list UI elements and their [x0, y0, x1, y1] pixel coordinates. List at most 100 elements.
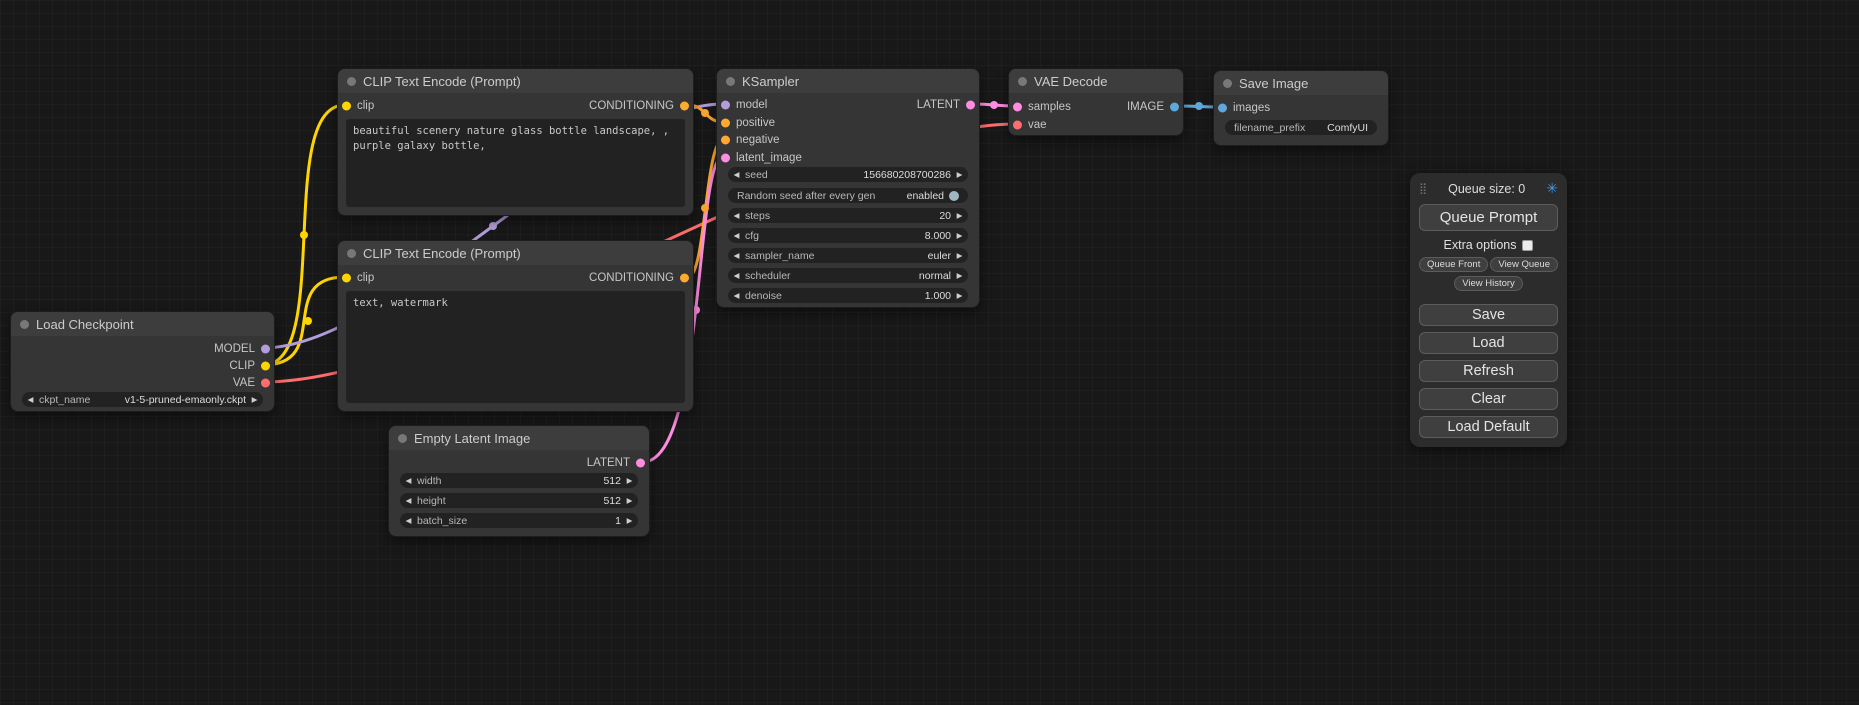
slot-label: CLIP — [229, 360, 255, 372]
increment-arrow-icon[interactable]: ▶ — [951, 228, 968, 243]
vae-output-dot[interactable] — [261, 379, 270, 388]
node-save-image[interactable]: Save Image images filename_prefix ComfyU… — [1213, 70, 1389, 146]
node-empty-latent-image[interactable]: Empty Latent Image LATENT ◀ width 512 ▶ … — [388, 425, 650, 537]
widget-label: seed — [745, 169, 768, 181]
increment-arrow-icon[interactable]: ▶ — [951, 208, 968, 223]
settings-gear-icon[interactable]: ✳ — [1546, 180, 1558, 197]
width-widget[interactable]: ◀ width 512 ▶ — [400, 473, 638, 488]
node-clip-text-encode-negative[interactable]: CLIP Text Encode (Prompt) clip CONDITION… — [337, 240, 694, 412]
node-title-bar[interactable]: VAE Decode — [1009, 69, 1183, 93]
node-vae-decode[interactable]: VAE Decode samples IMAGE vae — [1008, 68, 1184, 136]
sampler-name-widget[interactable]: ◀ sampler_name euler ▶ — [728, 248, 968, 263]
widget-label: height — [417, 495, 446, 507]
latent-output-dot[interactable] — [966, 101, 975, 110]
widget-value: ComfyUI — [1319, 122, 1368, 134]
widget-value: enabled — [899, 190, 944, 202]
increment-arrow-icon[interactable]: ▶ — [951, 288, 968, 303]
increment-arrow-icon[interactable]: ▶ — [951, 167, 968, 182]
widget-label: steps — [745, 210, 770, 222]
model-output-dot[interactable] — [261, 345, 270, 354]
collapse-dot[interactable] — [398, 434, 407, 443]
view-history-button[interactable]: View History — [1454, 276, 1523, 291]
node-title-bar[interactable]: CLIP Text Encode (Prompt) — [338, 241, 693, 265]
collapse-dot[interactable] — [1223, 79, 1232, 88]
increment-arrow-icon[interactable]: ▶ — [951, 248, 968, 263]
menu-drag-handle-icon[interactable]: ⣿ — [1419, 182, 1427, 195]
save-button[interactable]: Save — [1419, 304, 1558, 326]
denoise-widget[interactable]: ◀ denoise 1.000 ▶ — [728, 288, 968, 303]
collapse-dot[interactable] — [726, 77, 735, 86]
decrement-arrow-icon[interactable]: ◀ — [400, 473, 417, 488]
negative-input-dot[interactable] — [721, 136, 730, 145]
node-title: Load Checkpoint — [36, 317, 134, 332]
decrement-arrow-icon[interactable]: ◀ — [728, 268, 745, 283]
decrement-arrow-icon[interactable]: ◀ — [728, 208, 745, 223]
random-seed-toggle[interactable]: Random seed after every gen enabled — [728, 188, 968, 203]
images-input-dot[interactable] — [1218, 104, 1227, 113]
ckpt-name-widget[interactable]: ◀ ckpt_name v1-5-pruned-emaonly.ckpt ▶ — [22, 392, 263, 407]
height-widget[interactable]: ◀ height 512 ▶ — [400, 493, 638, 508]
queue-front-button[interactable]: Queue Front — [1419, 257, 1488, 272]
load-button[interactable]: Load — [1419, 332, 1558, 354]
slot-label: CONDITIONING — [589, 272, 674, 284]
node-title-bar[interactable]: CLIP Text Encode (Prompt) — [338, 69, 693, 93]
input-slot-vae: vae — [1009, 117, 1183, 133]
widget-label: Random seed after every gen — [737, 190, 875, 202]
clip-output-dot[interactable] — [261, 362, 270, 371]
node-title-bar[interactable]: Save Image — [1214, 71, 1388, 95]
seed-widget[interactable]: ◀ seed 156680208700286 ▶ — [728, 167, 968, 182]
node-load-checkpoint[interactable]: Load Checkpoint MODEL CLIP VAE ◀ ckpt_na… — [10, 311, 275, 412]
steps-widget[interactable]: ◀ steps 20 ▶ — [728, 208, 968, 223]
collapse-dot[interactable] — [347, 249, 356, 258]
scheduler-widget[interactable]: ◀ scheduler normal ▶ — [728, 268, 968, 283]
node-title-bar[interactable]: Empty Latent Image — [389, 426, 649, 450]
prompt-textarea[interactable]: text, watermark — [346, 291, 685, 403]
collapse-dot[interactable] — [1018, 77, 1027, 86]
decrement-arrow-icon[interactable]: ◀ — [400, 493, 417, 508]
increment-arrow-icon[interactable]: ▶ — [621, 473, 638, 488]
extra-options-checkbox[interactable] — [1522, 240, 1533, 251]
vae-input-dot[interactable] — [1013, 121, 1022, 130]
increment-arrow-icon[interactable]: ▶ — [246, 392, 263, 407]
output-slot-vae: VAE — [11, 375, 274, 391]
decrement-arrow-icon[interactable]: ◀ — [22, 392, 39, 407]
latent-output-dot[interactable] — [636, 459, 645, 468]
node-ksampler[interactable]: KSampler model LATENT positive negative … — [716, 68, 980, 308]
collapse-dot[interactable] — [20, 320, 29, 329]
output-slot-model: MODEL — [11, 341, 274, 357]
decrement-arrow-icon[interactable]: ◀ — [728, 228, 745, 243]
filename-prefix-widget[interactable]: filename_prefix ComfyUI — [1225, 120, 1377, 135]
latent-image-input-dot[interactable] — [721, 154, 730, 163]
refresh-button[interactable]: Refresh — [1419, 360, 1558, 382]
conditioning-output-dot[interactable] — [680, 274, 689, 283]
node-title: KSampler — [742, 74, 799, 89]
extra-options-label: Extra options — [1444, 238, 1517, 252]
positive-input-dot[interactable] — [721, 119, 730, 128]
output-slot-clip: CLIP — [11, 358, 274, 374]
view-queue-button[interactable]: View Queue — [1490, 257, 1558, 272]
node-title-bar[interactable]: KSampler — [717, 69, 979, 93]
node-graph-canvas[interactable]: Load Checkpoint MODEL CLIP VAE ◀ ckpt_na… — [0, 0, 1859, 705]
decrement-arrow-icon[interactable]: ◀ — [728, 167, 745, 182]
link-midpoint-dot — [990, 101, 998, 109]
node-title-bar[interactable]: Load Checkpoint — [11, 312, 274, 336]
node-clip-text-encode-positive[interactable]: CLIP Text Encode (Prompt) clip CONDITION… — [337, 68, 694, 216]
conditioning-output-dot[interactable] — [680, 102, 689, 111]
increment-arrow-icon[interactable]: ▶ — [621, 493, 638, 508]
collapse-dot[interactable] — [347, 77, 356, 86]
load-default-button[interactable]: Load Default — [1419, 416, 1558, 438]
decrement-arrow-icon[interactable]: ◀ — [728, 288, 745, 303]
image-output-dot[interactable] — [1170, 103, 1179, 112]
widget-value: v1-5-pruned-emaonly.ckpt — [117, 394, 246, 406]
increment-arrow-icon[interactable]: ▶ — [621, 513, 638, 528]
prompt-textarea[interactable]: beautiful scenery nature glass bottle la… — [346, 119, 685, 207]
cfg-widget[interactable]: ◀ cfg 8.000 ▶ — [728, 228, 968, 243]
batch-size-widget[interactable]: ◀ batch_size 1 ▶ — [400, 513, 638, 528]
clear-button[interactable]: Clear — [1419, 388, 1558, 410]
queue-prompt-button[interactable]: Queue Prompt — [1419, 204, 1558, 231]
output-slot-latent: LATENT — [389, 455, 649, 471]
toggle-knob[interactable] — [949, 191, 959, 201]
increment-arrow-icon[interactable]: ▶ — [951, 268, 968, 283]
decrement-arrow-icon[interactable]: ◀ — [728, 248, 745, 263]
decrement-arrow-icon[interactable]: ◀ — [400, 513, 417, 528]
